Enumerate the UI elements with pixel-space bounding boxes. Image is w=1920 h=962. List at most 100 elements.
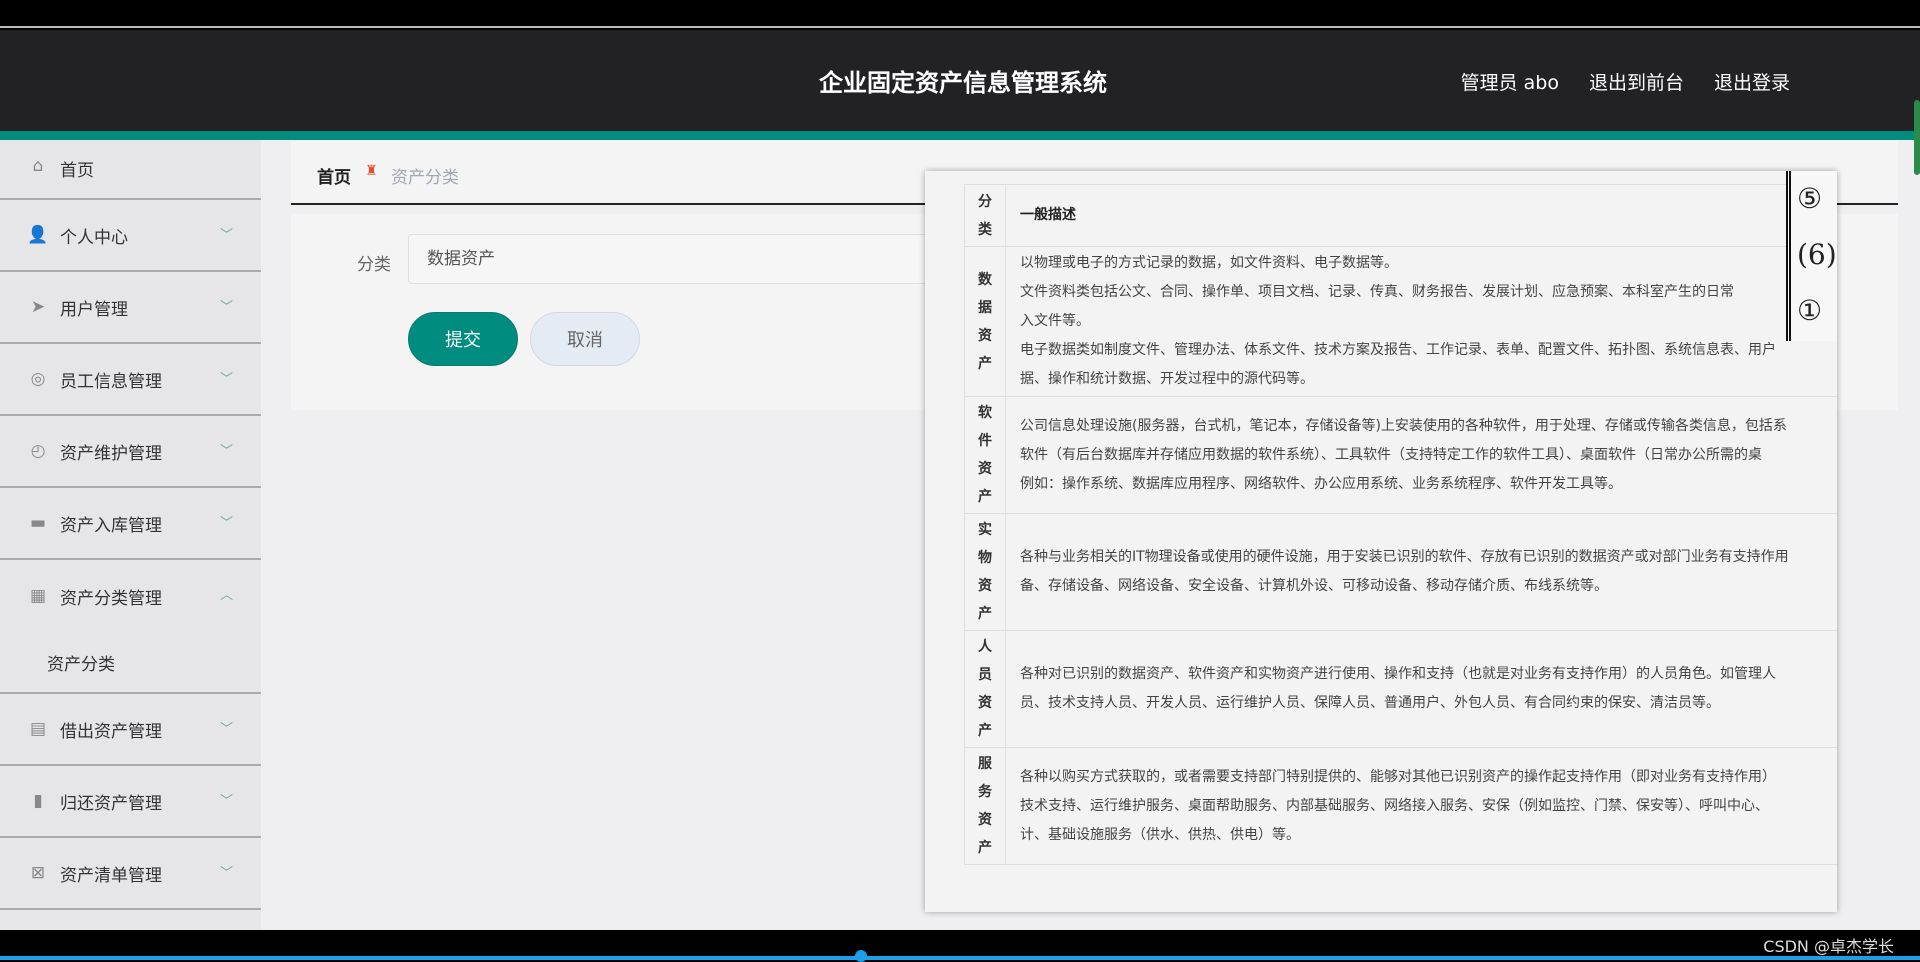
sidebar-item-label: 资产入库管理 [60,515,162,536]
sidebar-item[interactable]: ⊠ 资产清单管理 ﹀ [0,838,261,910]
description-line: 以物理或电子的方式记录的数据，如文件资料、电子数据等。 [1020,255,1398,271]
category-label: 数据资产 [978,271,992,372]
description-line: 软件（有后台数据库并存储应用数据的软件系统）、工具软件（支持特定工作的软件工具）… [1020,446,1762,463]
description-line: 文件资料类包括公文、合同、操作单、项目文档、记录、传真、财务报告、发展计划、应急… [1020,284,1734,300]
back-to-front-link[interactable]: 退出到前台 [1589,68,1684,95]
window-top-bar [0,0,1920,28]
clipboard-x-icon: ⊠ [30,863,46,883]
description-cell: 各种对已识别的数据资产、软件资产和实物资产进行使用、操作和支持（也就是对业务有支… [1005,630,1837,748]
category-description-popup: 分类 一般描述 数据资产 以物理或电子的方式记录的数据，如文件资料、电子数据等。 文件资… [925,171,1837,912]
clipboard-icon: ▤ [29,719,47,739]
sidebar: ⌂ 首页 👤 个人中心 ﹀ ➤ 用户管理 ﹀ ◎ 员工信息管理 ﹀ ◴ 资产维护管理 ﹀ ▬ 资产入库管理 ﹀ ▦… [0,140,261,930]
category-cell: 服务资产 [964,747,1006,865]
description-line: 员、技术支持人员、开发人员、运行维护人员、保障人员、普通用户、外包人员、有合同约… [1020,695,1720,711]
description-line: 电子数据类如制度文件、管理办法、体系文件、技术方案及报告、工作记录、表单、配置文… [1020,342,1776,358]
mark: ⑤ [1797,182,1823,215]
grid-icon: ▦ [29,586,47,606]
table-row: 软件资产 公司信息处理设施(服务器，台式机，笔记本，存储设备等)上安装使用的各种软… [964,396,1837,514]
chevron-down-icon: ﹀ [219,794,233,809]
chevron-down-icon: ﹀ [219,228,233,243]
current-user: 管理员 abo [1460,72,1559,94]
logout-link[interactable]: 退出登录 [1714,68,1790,95]
sidebar-item[interactable]: ▬ 资产入库管理 ﹀ [0,488,261,560]
description-cell: 以物理或电子的方式记录的数据，如文件资料、电子数据等。文件资料类包括公文、合同、… [1005,246,1837,397]
header-cell: 一般描述 [1005,184,1837,247]
description-line: 各种以购买方式获取的，或者需要支持部门特别提供的、能够对其他已识别资产的操作起支… [1020,768,1776,785]
mark: ① [1797,294,1823,327]
cancel-button[interactable]: 取消 [530,312,640,366]
header-cell: 分类 [964,184,1006,247]
description-line: 入文件等。 [1020,313,1090,329]
progress-bar[interactable] [0,956,1920,960]
chevron-down-icon: ﹀ [219,516,233,531]
submit-button[interactable]: 提交 [408,312,518,366]
description-line: 公司信息处理设施(服务器，台式机，笔记本，存储设备等)上安装使用的各种软件，用于… [1020,417,1787,434]
header-accent-bar [0,131,1920,140]
table-header-row: 分类 一般描述 [964,184,1837,247]
description-cell: 公司信息处理设施(服务器，台式机，笔记本，存储设备等)上安装使用的各种软件，用于… [1005,396,1837,514]
category-label: 分类 [357,255,391,275]
chevron-down-icon: ﹀ [219,300,233,315]
sidebar-item[interactable]: ▮ 归还资产管理 ﹀ [0,766,261,838]
breadcrumb-separator-icon: ♜ [365,163,378,179]
table-row: 数据资产 以物理或电子的方式记录的数据，如文件资料、电子数据等。 文件资料类包括公文… [964,246,1837,397]
gauge-icon: ◴ [30,441,46,461]
category-label: 服务资产 [978,756,992,856]
chevron-down-icon: ﹀ [219,722,233,737]
sidebar-item-label: 资产清单管理 [60,865,162,886]
table-row: 人员资产 各种对已识别的数据资产、软件资产和实物资产进行使用、操作和支持（也就是对… [964,630,1837,748]
sidebar-item[interactable]: ▤ 借出资产管理 ﹀ [0,694,261,766]
category-cell: 人员资产 [964,630,1006,748]
category-cell: 实物资产 [964,513,1006,631]
sidebar-item-label: 用户管理 [60,299,128,320]
user-icon: 👤 [27,225,49,245]
category-label: 软件资产 [978,405,992,505]
sidebar-item-label: 首页 [60,161,94,181]
sidebar-item-label: 资产分类管理 [60,588,162,609]
category-label: 人员资产 [978,639,992,739]
monitor-icon: ▬ [29,513,47,533]
description-line: 各种与业务相关的IT物理设备或使用的硬件设施，用于安装已识别的软件、存放有已识别… [1020,549,1789,565]
chevron-down-icon: ﹀ [219,444,233,459]
sidebar-item-label: 归还资产管理 [60,793,162,814]
table-row: 服务资产 各种以购买方式获取的，或者需要支持部门特别提供的、能够对其他已识别资产的… [964,747,1837,865]
description-line: 计、基础设施服务（供水、供热、供电）等。 [1020,826,1300,843]
sidebar-item-label: 借出资产管理 [60,721,162,742]
sidebar-item[interactable]: ▦ 资产分类管理 ︿ [0,560,261,632]
sidebar-item-label: 资产维护管理 [60,443,162,464]
sidebar-item-label: 个人中心 [60,227,128,248]
mark: (6) [1797,238,1837,271]
chevron-down-icon: ﹀ [219,866,233,881]
header-category-label: 分类 [978,193,992,238]
reference-image-fragment: ⑤ (6) ① [1786,171,1837,341]
description-line: 例如：操作系统、数据库应用程序、网络软件、办公应用系统、业务系统程序、软件开发工… [1020,475,1622,492]
scrollbar[interactable] [1914,100,1920,175]
app-header: 企业固定资产信息管理系统 管理员 abo 退出到前台 退出登录 [0,30,1920,131]
video-bottom-bar: CSDN @卓杰学长 [0,930,1920,962]
sidebar-item[interactable]: ◴ 资产维护管理 ﹀ [0,416,261,488]
description-cell: 各种与业务相关的IT物理设备或使用的硬件设施，用于安装已识别的软件、存放有已识别… [1005,513,1837,631]
breadcrumb-home[interactable]: 首页 [317,163,351,188]
lifebuoy-icon: ◎ [30,369,46,389]
sidebar-item-label: 员工信息管理 [60,371,162,392]
sidebar-item[interactable]: ➤ 用户管理 ﹀ [0,272,261,344]
description-cell: 各种以购买方式获取的，或者需要支持部门特别提供的、能够对其他已识别资产的操作起支… [1005,747,1837,865]
chevron-up-icon: ︿ [219,588,233,603]
sidebar-subitem[interactable]: 资产分类 [0,632,261,694]
description-line: 技术支持、运行维护服务、桌面帮助服务、内部基础服务、网络接入服务、安保（例如监控… [1020,797,1769,814]
home-icon: ⌂ [32,156,44,176]
category-cell: 软件资产 [964,396,1006,514]
chevron-down-icon: ﹀ [219,372,233,387]
breadcrumb-current: 资产分类 [391,168,459,188]
description-line: 据、操作和统计数据、开发过程中的源代码等。 [1020,371,1314,387]
category-label: 实物资产 [978,522,992,622]
paper-plane-icon: ➤ [30,297,46,317]
table-row: 实物资产 各种与业务相关的IT物理设备或使用的硬件设施，用于安装已识别的软件、存放… [964,513,1837,631]
sidebar-item[interactable]: ⌂ 首页 [0,140,261,200]
category-table: 分类 一般描述 数据资产 以物理或电子的方式记录的数据，如文件资料、电子数据等。 文件资… [964,184,1837,865]
description-line: 各种对已识别的数据资产、软件资产和实物资产进行使用、操作和支持（也就是对业务有支… [1020,666,1776,682]
progress-handle[interactable] [855,950,867,962]
sidebar-item[interactable]: 👤 个人中心 ﹀ [0,200,261,272]
category-cell: 数据资产 [964,246,1006,397]
sidebar-item[interactable]: ◎ 员工信息管理 ﹀ [0,344,261,416]
